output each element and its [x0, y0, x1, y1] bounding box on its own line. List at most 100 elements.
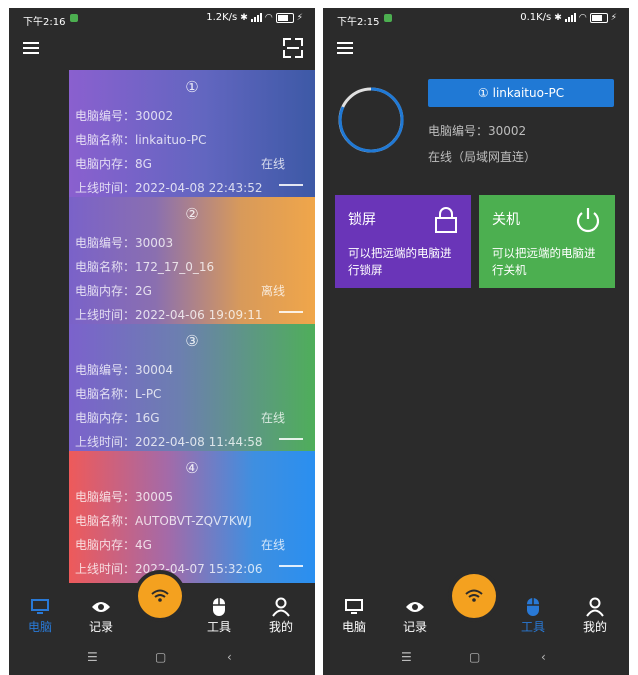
eye-icon: [81, 596, 121, 618]
card-name: L-PC: [135, 387, 162, 401]
card-memory: 4G: [135, 538, 152, 552]
scan-icon[interactable]: [283, 38, 303, 58]
shutdown-tile-title: 关机: [492, 212, 520, 228]
device-number: 电脑编号：30002: [428, 124, 527, 138]
card-divider: [279, 184, 303, 186]
recent-apps-icon[interactable]: ☰: [401, 650, 412, 664]
mouse-icon: [199, 596, 239, 618]
card-number-label: 电脑编号：: [75, 363, 136, 377]
card-online-label: 上线时间：: [75, 181, 136, 195]
card-memory-label: 电脑内存：: [75, 157, 136, 171]
card-online-label: 上线时间：: [75, 308, 136, 322]
system-navigation: ☰ ▢ ‹: [323, 648, 629, 675]
card-memory-label: 电脑内存：: [75, 284, 136, 298]
computer-card[interactable]: ② 电脑编号：30003 电脑名称：172_17_0_16 电脑内存：2G 离线…: [69, 197, 315, 324]
card-online-time: 2022-04-08 11:44:58: [135, 435, 263, 449]
network-speed: 1.2K/s: [206, 12, 238, 23]
card-name-label: 电脑名称：: [75, 387, 136, 401]
back-icon[interactable]: ‹: [227, 650, 232, 664]
computer-card[interactable]: ④ 电脑编号：30005 电脑名称：AUTOBVT-ZQV7KWJ 电脑内存：4…: [69, 451, 315, 583]
computer-card[interactable]: ① 电脑编号：30002 电脑名称：linkaituo-PC 电脑内存：8G 在…: [69, 70, 315, 197]
card-online-time: 2022-04-06 19:09:11: [135, 308, 263, 322]
connect-fab-button[interactable]: [452, 574, 496, 618]
signal-icon: [564, 13, 576, 22]
card-status: 在线: [260, 157, 285, 171]
card-index: ①: [185, 78, 199, 96]
card-status: 在线: [260, 538, 285, 552]
nav-mine[interactable]: 我的: [575, 596, 615, 635]
device-name: linkaituo-PC: [492, 86, 565, 100]
eye-icon: [395, 596, 435, 618]
device-connection-state: 在线（局域网直连）: [428, 150, 537, 164]
card-memory-label: 电脑内存：: [75, 411, 136, 425]
card-status: 离线: [260, 284, 285, 298]
loading-ring-icon: [338, 87, 404, 153]
nav-label: 工具: [206, 620, 231, 634]
mouse-icon: [513, 596, 553, 618]
card-number: 30002: [135, 109, 174, 123]
menu-icon[interactable]: [337, 42, 353, 54]
status-bar: 下午2:15 0.1K/s ✱ ◠ ⚡: [323, 8, 629, 30]
charging-icon: ⚡: [610, 12, 617, 23]
bluetooth-icon: ✱: [240, 12, 248, 23]
phone-screen-computers: 下午2:16 1.2K/s ✱ ◠ ⚡ ① 电脑编号：30002 电脑名称：li…: [9, 8, 315, 675]
lock-tile-description: 可以把远端的电脑进行锁屏: [348, 246, 452, 277]
menu-icon[interactable]: [23, 42, 39, 54]
charging-icon: ⚡: [296, 12, 303, 23]
card-name: AUTOBVT-ZQV7KWJ: [135, 514, 252, 528]
card-divider: [279, 565, 303, 567]
card-index: ④: [185, 459, 199, 477]
card-name-label: 电脑名称：: [75, 260, 136, 274]
card-index: ②: [185, 205, 199, 223]
device-select-button[interactable]: ① linkaituo-PC: [428, 79, 614, 107]
signal-icon: [250, 13, 262, 22]
connect-fab-button[interactable]: [138, 574, 182, 618]
nav-records[interactable]: 记录: [395, 596, 435, 635]
card-online-label: 上线时间：: [75, 562, 136, 576]
nav-tools[interactable]: 工具: [513, 596, 553, 635]
computer-card[interactable]: ③ 电脑编号：30004 电脑名称：L-PC 电脑内存：16G 在线 上线时间：…: [69, 324, 315, 451]
recent-apps-icon[interactable]: ☰: [87, 650, 98, 664]
card-name: linkaituo-PC: [135, 133, 207, 147]
nav-label: 记录: [88, 620, 113, 634]
card-number: 30003: [135, 236, 174, 250]
network-speed: 0.1K/s: [520, 12, 552, 23]
status-bar: 下午2:16 1.2K/s ✱ ◠ ⚡: [9, 8, 315, 30]
card-memory: 8G: [135, 157, 152, 171]
nav-records[interactable]: 记录: [81, 596, 121, 635]
home-icon[interactable]: ▢: [469, 650, 480, 664]
monitor-icon: [20, 596, 60, 618]
home-icon[interactable]: ▢: [155, 650, 166, 664]
nav-label: 我的: [268, 620, 293, 634]
user-icon: [575, 596, 615, 618]
monitor-icon: [334, 596, 374, 618]
phone-screen-tools: 下午2:15 0.1K/s ✱ ◠ ⚡ ① linkaituo-PC 电脑编号：…: [323, 8, 629, 675]
card-number-label: 电脑编号：: [75, 109, 136, 123]
card-name: 172_17_0_16: [135, 260, 215, 274]
lock-tile-title: 锁屏: [348, 212, 376, 228]
wifi-icon: ◠: [578, 12, 587, 23]
card-online-time: 2022-04-08 22:43:52: [135, 181, 263, 195]
card-name-label: 电脑名称：: [75, 514, 136, 528]
system-navigation: ☰ ▢ ‹: [9, 648, 315, 675]
nav-computer[interactable]: 电脑: [334, 596, 374, 635]
nav-tools[interactable]: 工具: [199, 596, 239, 635]
wifi-icon: ◠: [264, 12, 273, 23]
nav-mine[interactable]: 我的: [261, 596, 301, 635]
wifi-icon: [151, 589, 169, 602]
lock-icon: [435, 207, 457, 233]
card-number: 30004: [135, 363, 174, 377]
lock-screen-tile[interactable]: 锁屏 可以把远端的电脑进行锁屏: [335, 195, 471, 288]
card-number-label: 电脑编号：: [75, 490, 136, 504]
card-divider: [279, 311, 303, 313]
nav-computer[interactable]: 电脑: [20, 596, 60, 635]
card-status: 在线: [260, 411, 285, 425]
nav-label: 工具: [520, 620, 545, 634]
status-time: 下午2:15: [337, 17, 380, 28]
notification-icon: [384, 14, 392, 22]
notification-icon: [70, 14, 78, 22]
power-icon: [576, 208, 600, 233]
shutdown-tile[interactable]: 关机 可以把远端的电脑进行关机: [479, 195, 615, 288]
back-icon[interactable]: ‹: [541, 650, 546, 664]
card-memory: 16G: [135, 411, 160, 425]
